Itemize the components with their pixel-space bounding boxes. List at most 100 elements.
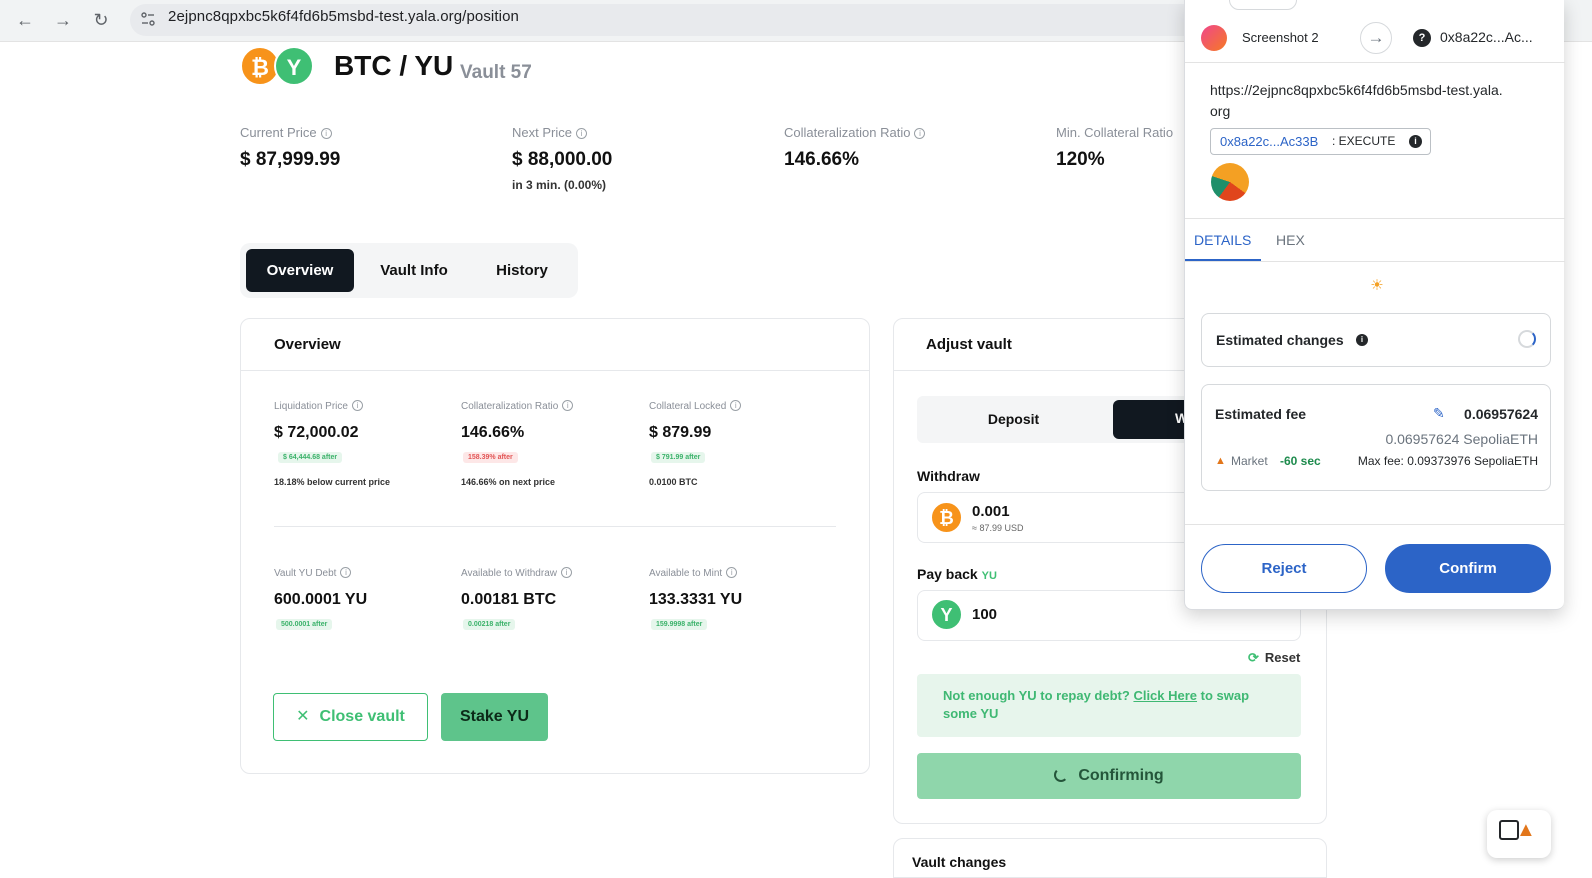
account-name[interactable]: Screenshot 2 <box>1242 30 1319 45</box>
stat-value: $ 87,999.99 <box>240 149 341 170</box>
yu-coin-icon: Y <box>930 598 963 631</box>
info-icon[interactable]: i <box>730 400 742 411</box>
stat-value: 146.66% <box>784 149 860 170</box>
confirm-button[interactable]: Confirm <box>1385 544 1551 593</box>
item-note: 146.66% on next price <box>461 477 556 487</box>
item-label: Liquidation Price <box>274 401 348 412</box>
withdraw-usd: ≈ 87.99 USD <box>972 523 1024 533</box>
spinner-icon <box>1518 330 1536 348</box>
info-icon[interactable]: i <box>575 128 587 139</box>
item-label: Collateralization Ratio <box>461 401 559 412</box>
pair-title: BTC / YU <box>334 50 454 81</box>
payback-amount[interactable]: 100 <box>972 606 997 623</box>
recipient-address[interactable]: 0x8a22c...Ac... <box>1440 29 1533 45</box>
item-value: 133.3331 YU <box>649 591 743 608</box>
vault-tabs: Overview Vault Info History <box>240 243 578 298</box>
stat-label: Collateralization Ratio <box>784 125 911 140</box>
close-vault-button[interactable]: ✕ Close vault <box>273 693 428 741</box>
reset-button[interactable]: ⟳ Reset <box>1248 650 1300 666</box>
payback-label-text: Pay back <box>917 566 978 582</box>
arrow-right-icon: → <box>1360 22 1392 54</box>
market-label[interactable]: Market <box>1231 454 1268 468</box>
reload-icon[interactable]: ↻ <box>88 7 114 33</box>
fee-eth: 0.06957624 SepoliaETH <box>1385 431 1538 447</box>
info-filled-icon[interactable]: i <box>1409 135 1422 148</box>
origin-url: https://2ejpnc8qpxbc5k6f4fd6b5msbd-test.… <box>1210 82 1503 119</box>
fee-value: 0.06957624 <box>1464 406 1538 422</box>
item-note: 0.0100 BTC <box>649 477 698 487</box>
metamask-popup: Screenshot 2 → ? 0x8a22c...Ac... https:/… <box>1184 0 1565 610</box>
info-icon[interactable]: i <box>914 128 926 139</box>
adjust-vault-title: Adjust vault <box>926 336 1012 353</box>
item-value: 0.00181 BTC <box>461 591 557 608</box>
divider <box>241 370 869 371</box>
stat-label: Current Price <box>240 125 317 140</box>
info-icon[interactable]: i <box>560 567 572 578</box>
deposit-tab[interactable]: Deposit <box>917 396 1110 443</box>
reject-button[interactable]: Reject <box>1201 544 1367 593</box>
item-note: 18.18% below current price <box>274 477 391 487</box>
info-icon[interactable]: i <box>726 567 738 578</box>
forward-arrow-icon[interactable]: → <box>50 7 76 33</box>
max-fee: Max fee: 0.09373976 SepoliaETH <box>1357 454 1538 468</box>
question-icon: ? <box>1413 29 1431 47</box>
divider <box>1185 218 1565 219</box>
network-pill[interactable] <box>1229 0 1297 10</box>
item-value: $ 879.99 <box>649 424 712 441</box>
reset-label: Reset <box>1264 650 1301 665</box>
item-label: Collateral Locked <box>649 401 727 412</box>
stat-label: Next Price <box>512 125 572 140</box>
confirming-button[interactable]: Confirming <box>917 753 1301 799</box>
divider <box>1185 524 1565 525</box>
warning-prefix: Not enough YU to repay debt? <box>943 688 1134 703</box>
estimated-fee-box: Estimated fee ✎ 0.06957624 0.06957624 Se… <box>1201 384 1551 491</box>
info-icon[interactable]: i <box>351 400 363 411</box>
btc-coin-icon: ₿ <box>930 501 963 534</box>
info-icon[interactable]: i <box>320 128 332 139</box>
back-arrow-icon[interactable]: ← <box>12 7 38 33</box>
url-text[interactable]: 2ejpnc8qpxbc5k6f4fd6b5msbd-test.yala.org… <box>168 8 519 25</box>
stat-sub: in 3 min. (0.00%) <box>512 178 607 192</box>
after-badge: 0.00218 after <box>463 619 516 630</box>
loading-sun-icon: ☀ <box>1370 277 1384 294</box>
fox-icon: ▲ <box>1215 455 1226 467</box>
tab-vault-info[interactable]: Vault Info <box>362 249 466 292</box>
contract-pill[interactable]: 0x8a22c...Ac33B : EXECUTE i <box>1210 128 1431 155</box>
item-label: Available to Withdraw <box>461 568 557 579</box>
stake-yu-button[interactable]: Stake YU <box>441 693 548 741</box>
contract-avatar <box>1211 163 1249 201</box>
click-here-link[interactable]: Click Here <box>1133 688 1197 703</box>
after-badge: $ 791.99 after <box>651 452 706 463</box>
withdraw-amount[interactable]: 0.001 <box>972 503 1010 520</box>
close-vault-label: Close vault <box>319 708 405 725</box>
divider <box>1185 62 1565 63</box>
edit-pencil-icon[interactable]: ✎ <box>1433 405 1445 422</box>
deposit-withdraw-toggle: Deposit W <box>917 396 1197 443</box>
payback-token: YU <box>981 570 997 582</box>
info-icon[interactable]: i <box>562 400 574 411</box>
tab-history[interactable]: History <box>470 249 574 292</box>
divider <box>1185 261 1565 262</box>
tab-details[interactable]: DETAILS <box>1194 232 1251 248</box>
confirming-label: Confirming <box>1078 767 1164 784</box>
close-icon: ✕ <box>296 708 310 725</box>
tab-overview[interactable]: Overview <box>246 249 354 292</box>
metamask-extension-icon[interactable]: ▲ <box>1487 810 1551 858</box>
estimated-changes-label: Estimated changes <box>1216 332 1344 348</box>
divider <box>894 370 1184 371</box>
item-value: 600.0001 YU <box>274 591 368 608</box>
site-settings-icon[interactable] <box>140 11 156 27</box>
item-value: $ 72,000.02 <box>274 424 359 441</box>
overview-title: Overview <box>274 336 341 353</box>
market-time: -60 sec <box>1280 454 1321 468</box>
fox-icon: ▲ <box>1516 819 1536 841</box>
info-icon[interactable]: i <box>340 567 352 578</box>
info-filled-icon[interactable]: i <box>1356 334 1368 346</box>
stat-label: Min. Collateral Ratio <box>1056 125 1174 140</box>
tab-hex[interactable]: HEX <box>1276 232 1305 248</box>
contract-address[interactable]: 0x8a22c...Ac33B <box>1220 134 1318 149</box>
payback-label: Pay back YU <box>917 566 997 582</box>
after-badge: 158.39% after <box>463 452 518 463</box>
after-badge: 159.9998 after <box>651 619 708 630</box>
vault-changes-card: Vault changes <box>893 838 1327 878</box>
